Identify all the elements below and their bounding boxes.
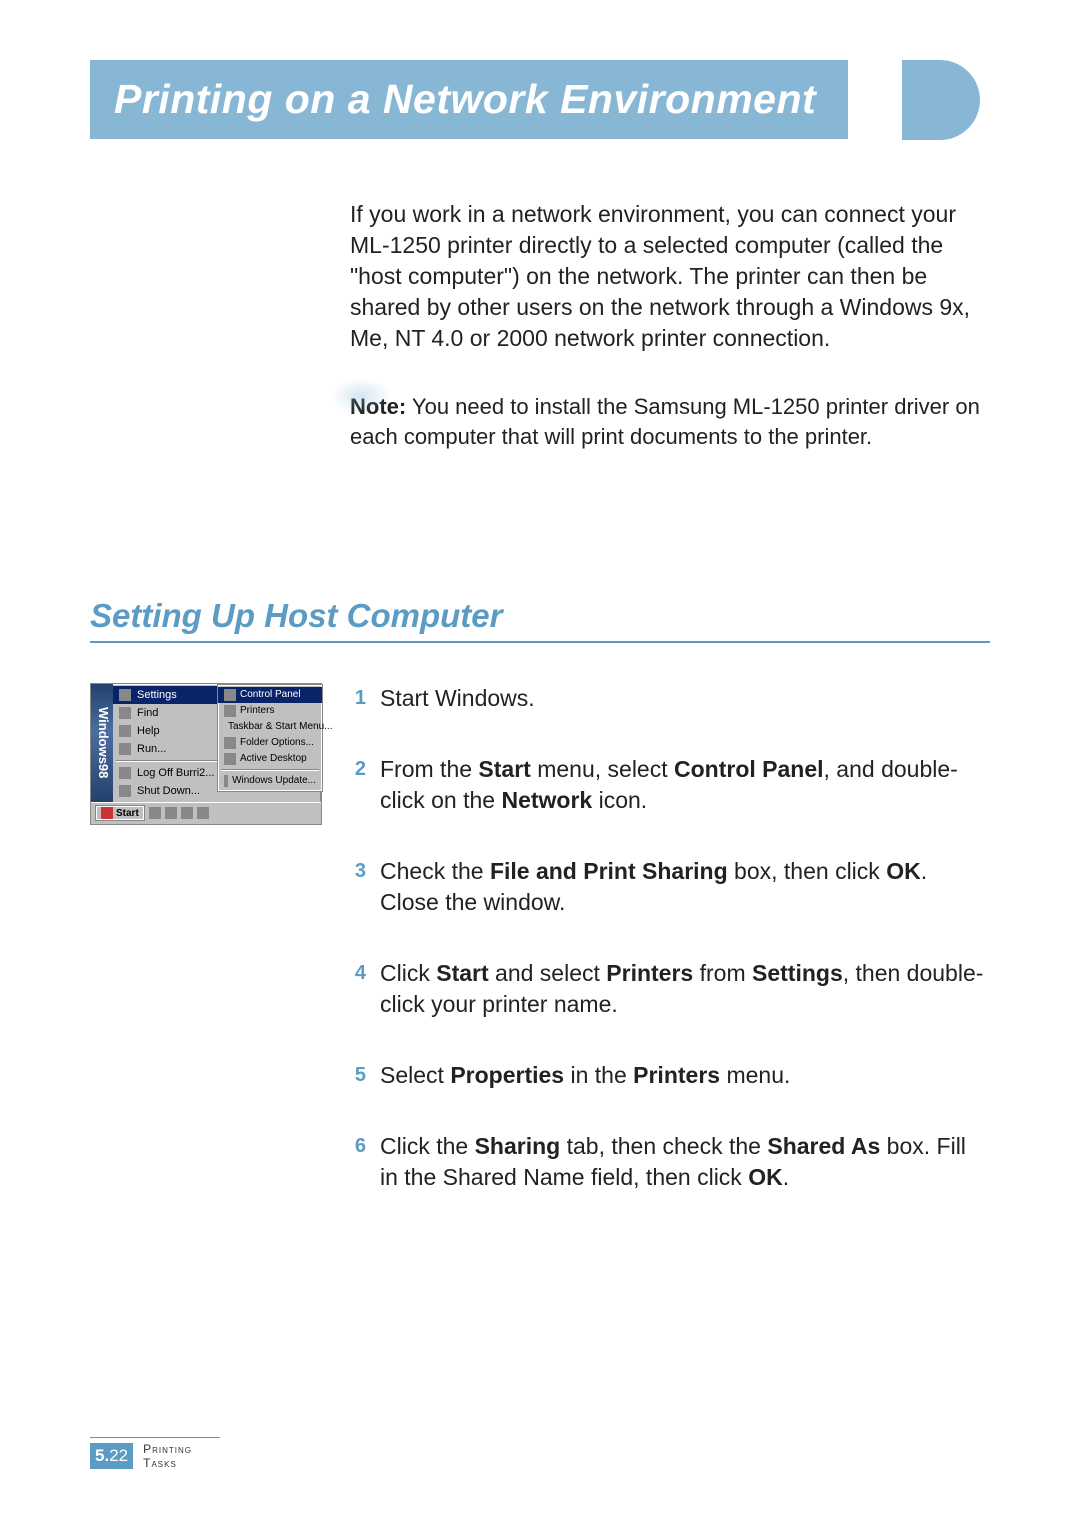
title-pill-decoration: [902, 60, 980, 140]
printers-icon: [224, 705, 236, 717]
submenu-item-taskbar: Taskbar & Start Menu...: [218, 719, 322, 735]
step-text: Start Windows.: [380, 683, 990, 714]
win98-taskbar: Start: [91, 802, 321, 824]
step-number: 6: [350, 1131, 366, 1193]
step-5: 5 Select Properties in the Printers menu…: [350, 1060, 990, 1091]
tray-icon: [197, 807, 209, 819]
step-3: 3 Check the File and Print Sharing box, …: [350, 856, 990, 918]
step-text: Click the Sharing tab, then check the Sh…: [380, 1131, 990, 1193]
submenu-label: Active Desktop: [240, 753, 307, 764]
tray-icon: [149, 807, 161, 819]
win98-submenu: Control Panel Printers Taskbar & Start M…: [217, 684, 323, 792]
step-text: Select Properties in the Printers menu.: [380, 1060, 990, 1091]
submenu-divider: [221, 769, 319, 771]
step-number: 3: [350, 856, 366, 918]
submenu-item-windows-update: Windows Update...: [218, 773, 322, 789]
intro-paragraph: If you work in a network environment, yo…: [350, 199, 990, 354]
logoff-icon: [119, 767, 131, 779]
find-icon: [119, 707, 131, 719]
start-label: Start: [116, 808, 139, 819]
windows-logo-icon: [101, 807, 113, 819]
page-footer: 5.22 Printing Tasks: [90, 1437, 220, 1470]
folder-icon: [224, 737, 236, 749]
step-text: Click Start and select Printers from Set…: [380, 958, 990, 1020]
submenu-item-printers: Printers: [218, 703, 322, 719]
submenu-item-control-panel: Control Panel: [218, 687, 322, 703]
note-block: Note: You need to install the Samsung ML…: [350, 392, 990, 451]
menu-label-find: Find: [137, 707, 158, 719]
tray-icon: [165, 807, 177, 819]
win98-sidebar-label: Windows98: [91, 684, 113, 802]
run-icon: [119, 743, 131, 755]
section-heading: Setting Up Host Computer: [90, 597, 990, 643]
submenu-label: Windows Update...: [232, 775, 316, 786]
step-6: 6 Click the Sharing tab, then check the …: [350, 1131, 990, 1193]
submenu-label: Printers: [240, 705, 274, 716]
start-button: Start: [95, 805, 145, 821]
menu-label-run: Run...: [137, 743, 166, 755]
help-icon: [119, 725, 131, 737]
submenu-item-folder-options: Folder Options...: [218, 735, 322, 751]
step-number: 2: [350, 754, 366, 816]
menu-label-logoff: Log Off Burri2...: [137, 767, 214, 779]
step-4: 4 Click Start and select Printers from S…: [350, 958, 990, 1020]
desktop-icon: [224, 753, 236, 765]
submenu-label: Taskbar & Start Menu...: [228, 721, 333, 732]
page-number: 5.22: [90, 1443, 133, 1469]
step-2: 2 From the Start menu, select Control Pa…: [350, 754, 990, 816]
tray-icon: [181, 807, 193, 819]
submenu-label: Folder Options...: [240, 737, 314, 748]
step-number: 5: [350, 1060, 366, 1091]
menu-label-settings: Settings: [137, 689, 177, 701]
step-1: 1 Start Windows.: [350, 683, 990, 714]
step-text: Check the File and Print Sharing box, th…: [380, 856, 990, 918]
note-text: You need to install the Samsung ML-1250 …: [350, 394, 980, 449]
control-panel-icon: [224, 689, 236, 701]
update-icon: [224, 775, 228, 787]
menu-label-help: Help: [137, 725, 160, 737]
win98-start-menu-figure: Windows98 Settings ▶ Find ▶: [90, 683, 322, 825]
note-decoration: [330, 378, 392, 414]
menu-label-shutdown: Shut Down...: [137, 785, 200, 797]
submenu-label: Control Panel: [240, 689, 301, 700]
submenu-item-active-desktop: Active Desktop: [218, 751, 322, 767]
step-number: 4: [350, 958, 366, 1020]
page-title: Printing on a Network Environment: [90, 60, 848, 139]
step-text: From the Start menu, select Control Pane…: [380, 754, 990, 816]
settings-icon: [119, 689, 131, 701]
page-label: Printing Tasks: [143, 1442, 220, 1470]
shutdown-icon: [119, 785, 131, 797]
step-number: 1: [350, 683, 366, 714]
